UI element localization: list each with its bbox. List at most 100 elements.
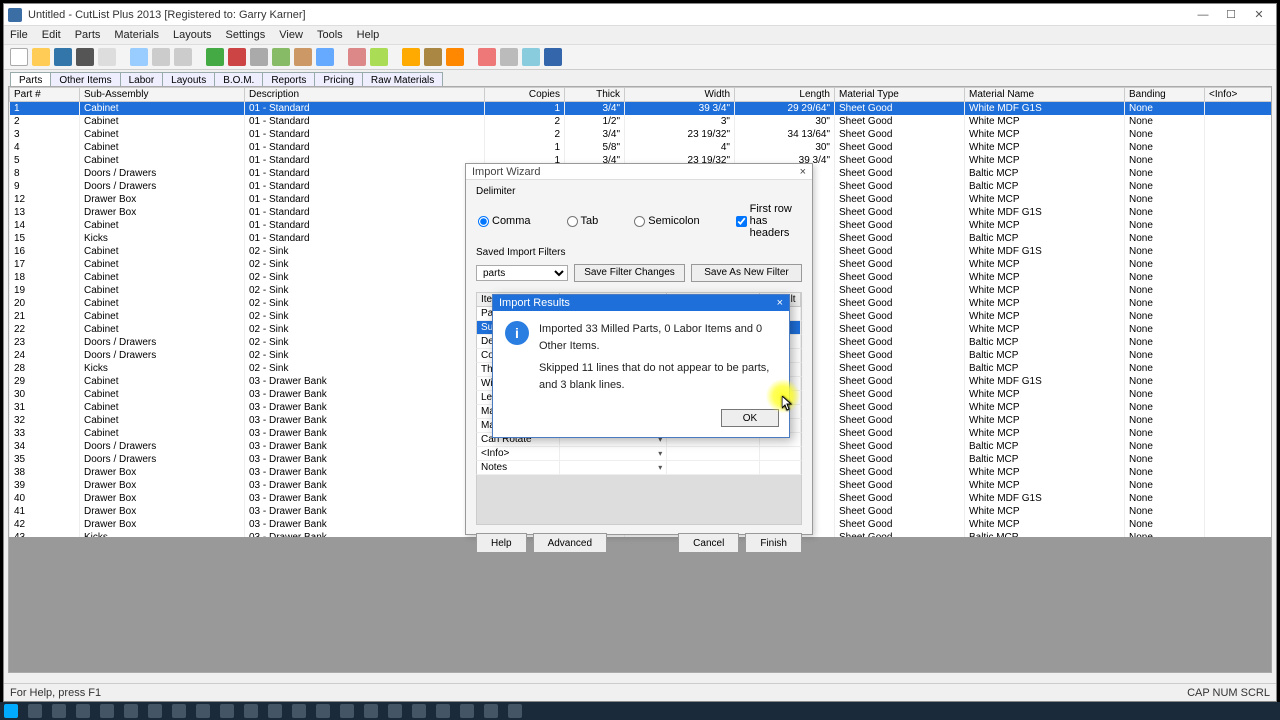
col-header[interactable]: Part # [10,88,80,102]
filter-select[interactable]: parts [476,265,568,281]
mapping-row[interactable]: <Info>▾ [476,447,802,461]
close-button[interactable]: ✕ [1246,7,1272,23]
menu-materials[interactable]: Materials [114,29,159,41]
new-icon[interactable] [10,48,28,66]
radio-comma[interactable]: Comma [478,215,531,227]
taskbar-item[interactable] [52,704,66,718]
advanced-button[interactable]: Advanced [533,533,607,553]
modal-title: Import Results [499,297,570,309]
menu-parts[interactable]: Parts [75,29,101,41]
check-first-row-headers[interactable]: First row has headers [736,203,802,239]
app-icon [8,8,22,22]
print-icon[interactable] [76,48,94,66]
table-row[interactable]: 1Cabinet01 - Standard13/4"39 3/4"29 29/6… [10,102,1273,115]
save-filter-button[interactable]: Save Filter Changes [574,264,685,282]
save-as-new-filter-button[interactable]: Save As New Filter [691,264,802,282]
modal-close-icon[interactable]: × [777,297,783,309]
mapping-empty-area [476,475,802,525]
menu-layouts[interactable]: Layouts [173,29,212,41]
lock-icon[interactable] [446,48,464,66]
ok-button[interactable]: OK [721,409,779,427]
tool5-icon[interactable] [316,48,334,66]
paste-icon[interactable] [174,48,192,66]
taskbar-item[interactable] [340,704,354,718]
taskbar-item[interactable] [124,704,138,718]
col-header[interactable]: Thick [565,88,625,102]
delete-icon[interactable] [228,48,246,66]
grid-header: Part #Sub-AssemblyDescriptionCopiesThick… [10,88,1273,102]
menu-view[interactable]: View [279,29,303,41]
menu-edit[interactable]: Edit [42,29,61,41]
menu-settings[interactable]: Settings [226,29,266,41]
cut-icon[interactable] [130,48,148,66]
taskbar-item[interactable] [220,704,234,718]
help-button[interactable]: Help [476,533,527,553]
taskbar-item[interactable] [484,704,498,718]
open-icon[interactable] [32,48,50,66]
col-header[interactable]: Sub-Assembly [80,88,245,102]
tool-icon[interactable] [98,48,116,66]
menu-file[interactable]: File [10,29,28,41]
taskbar-item[interactable] [412,704,426,718]
taskbar[interactable] [0,702,1280,720]
col-header[interactable]: Banding [1125,88,1205,102]
tool3-icon[interactable] [272,48,290,66]
start-button[interactable] [4,704,18,718]
menu-tools[interactable]: Tools [317,29,343,41]
cancel-button[interactable]: Cancel [678,533,739,553]
wizard-close-icon[interactable]: × [800,166,806,178]
taskbar-item[interactable] [196,704,210,718]
titlebar: Untitled - CutList Plus 2013 [Registered… [4,4,1276,26]
radio-tab[interactable]: Tab [567,215,599,227]
tool7-icon[interactable] [370,48,388,66]
tool12-icon[interactable] [522,48,540,66]
col-header[interactable]: Copies [485,88,565,102]
taskbar-item[interactable] [100,704,114,718]
taskbar-item[interactable] [76,704,90,718]
taskbar-item[interactable] [316,704,330,718]
col-header[interactable]: Width [625,88,735,102]
tool9-icon[interactable] [424,48,442,66]
maximize-button[interactable]: ☐ [1218,7,1244,23]
taskbar-item[interactable] [508,704,522,718]
col-header[interactable]: <Info> [1205,88,1273,102]
taskbar-item[interactable] [436,704,450,718]
table-row[interactable]: 3Cabinet01 - Standard23/4"23 19/32"34 13… [10,128,1273,141]
taskbar-item[interactable] [148,704,162,718]
taskbar-item[interactable] [292,704,306,718]
tool6-icon[interactable] [348,48,366,66]
taskbar-item[interactable] [364,704,378,718]
taskbar-item[interactable] [388,704,402,718]
tool13-icon[interactable] [544,48,562,66]
col-header[interactable]: Length [735,88,835,102]
menu-help[interactable]: Help [357,29,380,41]
finish-button[interactable]: Finish [745,533,802,553]
statusbar: For Help, press F1 CAP NUM SCRL [4,683,1276,701]
taskbar-item[interactable] [244,704,258,718]
info-icon: i [505,321,529,345]
mapping-row[interactable]: Notes▾ [476,461,802,475]
taskbar-item[interactable] [172,704,186,718]
tool8-icon[interactable] [402,48,420,66]
modal-titlebar[interactable]: Import Results × [493,295,789,311]
taskbar-item[interactable] [268,704,282,718]
copy-icon[interactable] [152,48,170,66]
minimize-button[interactable]: — [1190,7,1216,23]
modal-line1: Imported 33 Milled Parts, 0 Labor Items … [539,321,777,354]
delimiter-label: Delimiter [476,186,802,197]
col-header[interactable]: Material Name [965,88,1125,102]
save-icon[interactable] [54,48,72,66]
tool11-icon[interactable] [500,48,518,66]
radio-semicolon[interactable]: Semicolon [634,215,699,227]
tool4-icon[interactable] [294,48,312,66]
add-icon[interactable] [206,48,224,66]
taskbar-item[interactable] [28,704,42,718]
table-row[interactable]: 4Cabinet01 - Standard15/8"4"30"Sheet Goo… [10,141,1273,154]
table-row[interactable]: 2Cabinet01 - Standard21/2"3"30"Sheet Goo… [10,115,1273,128]
taskbar-item[interactable] [460,704,474,718]
wizard-titlebar[interactable]: Import Wizard × [466,164,812,180]
col-header[interactable]: Description [245,88,485,102]
col-header[interactable]: Material Type [835,88,965,102]
tool10-icon[interactable] [478,48,496,66]
tool2-icon[interactable] [250,48,268,66]
